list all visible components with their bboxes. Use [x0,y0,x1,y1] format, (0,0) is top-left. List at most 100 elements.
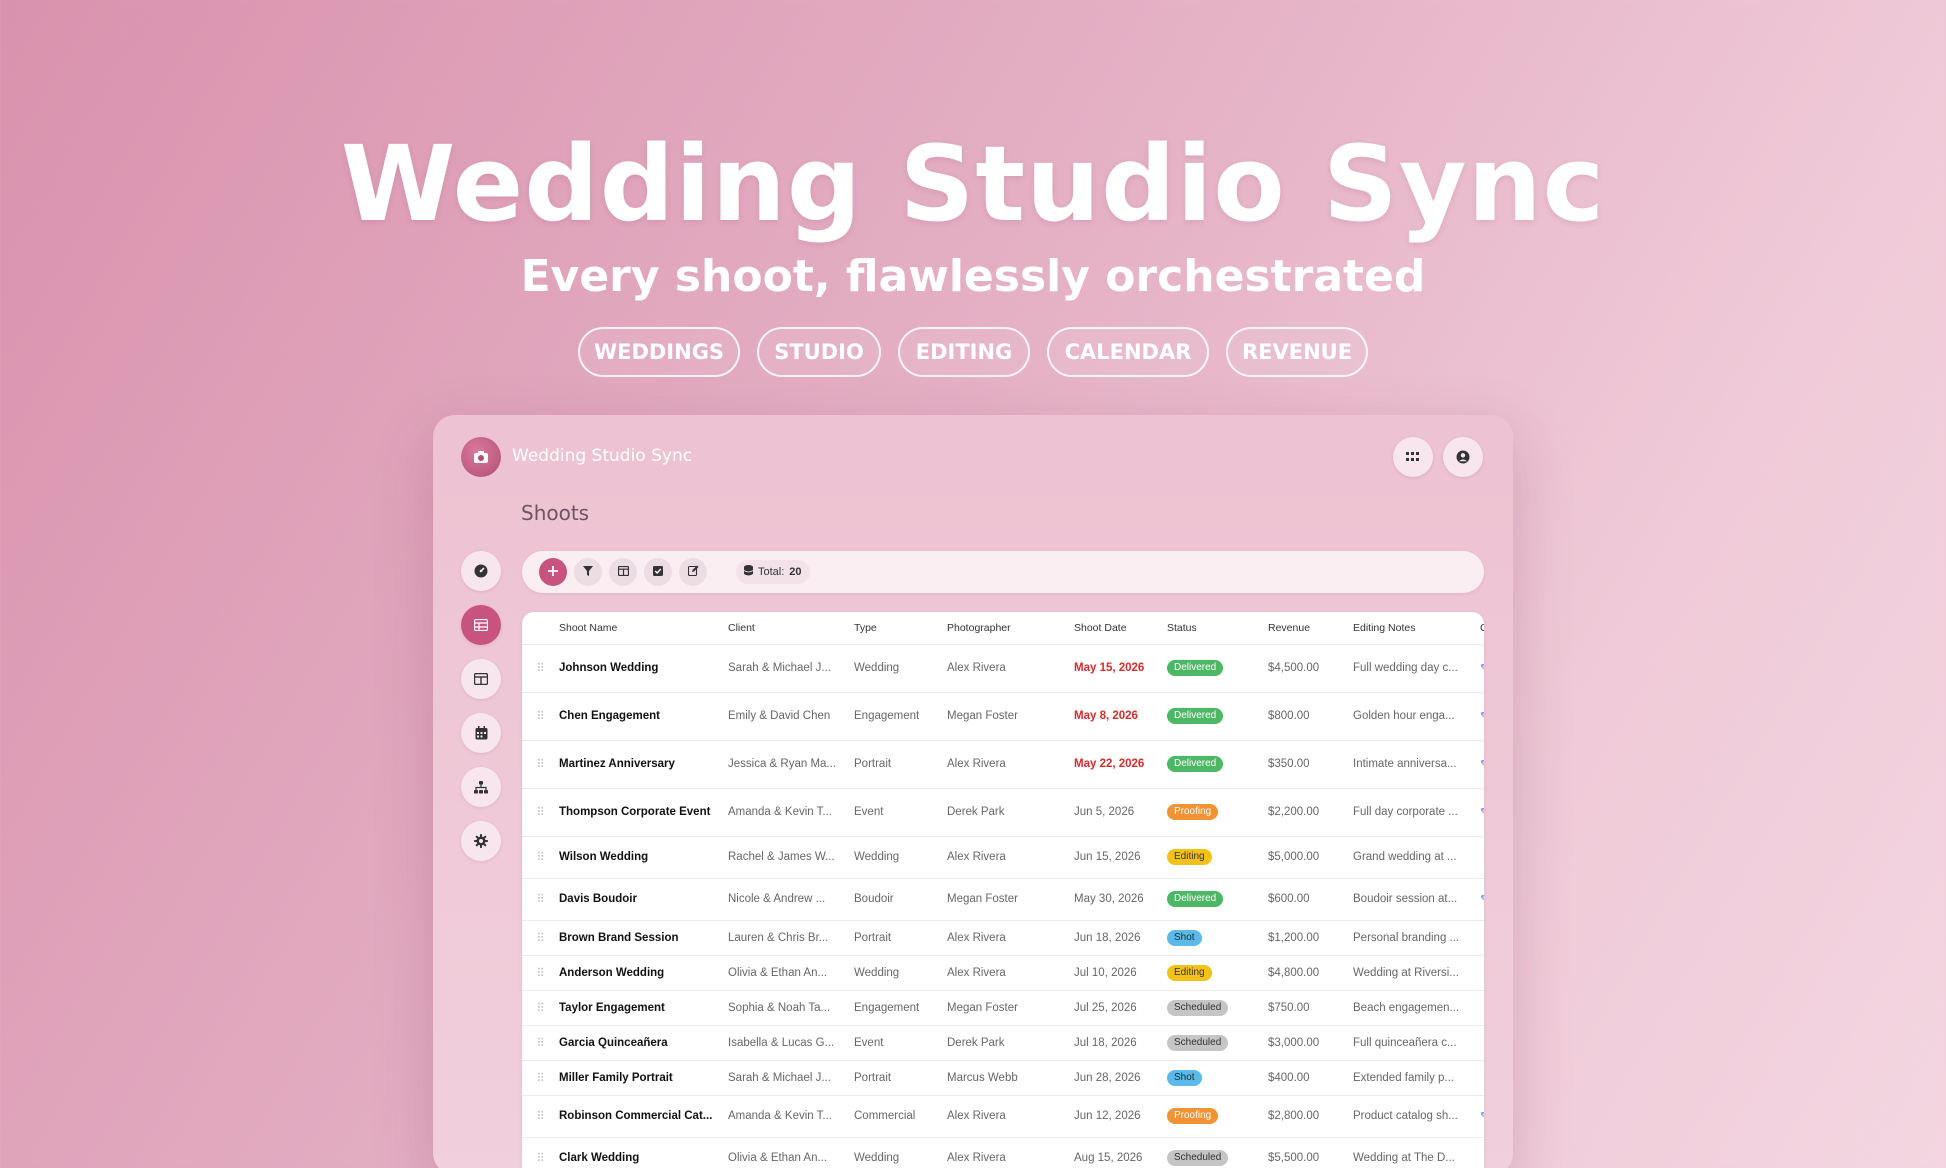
status-badge[interactable]: Proofing [1167,804,1219,820]
table-row[interactable]: ⠿ Taylor Engagement Sophia & Noah Ta... Eng… [522,989,1484,1025]
cell-photographer: Alex Rivera [947,1136,1074,1168]
drag-handle-icon[interactable]: ⠿ [522,835,559,878]
cell-shoot-name[interactable]: Garcia Quinceañera [559,1024,728,1060]
column-header-client[interactable]: Client [728,612,854,644]
column-header-shoot-date[interactable]: Shoot Date [1074,612,1167,644]
status-badge[interactable]: Shot [1167,1069,1202,1086]
table-row[interactable]: ⠿ Clark Wedding Olivia & Ethan An... Weddin… [522,1136,1484,1168]
cell-shoot-name[interactable]: Taylor Engagement [559,989,728,1025]
status-badge[interactable]: Scheduled [1167,1150,1229,1167]
drag-handle-icon[interactable]: ⠿ [522,691,559,740]
cell-client: Rachel & James W... [728,835,854,878]
drag-handle-icon[interactable]: ⠿ [522,739,559,788]
status-badge[interactable]: Editing [1167,849,1212,865]
pill-revenue: REVENUE [1226,327,1368,377]
page-title: Shoots [521,501,590,525]
app-title: Wedding Studio Sync [512,446,693,466]
table-row[interactable]: ⠿ Anderson Wedding Olivia & Ethan An... Wed… [522,954,1484,990]
cell-shoot-date: Jul 10, 2026 [1074,954,1167,990]
hierarchy-icon[interactable] [461,767,501,807]
note-edit-icon[interactable]: ✎ [1480,807,1484,818]
table-icon[interactable] [461,605,501,645]
edit-button[interactable] [679,558,707,586]
settings-icon[interactable] [461,821,501,861]
cell-client: Amanda & Kevin T... [728,787,854,836]
table-row[interactable]: ⠿ Miller Family Portrait Sarah & Michael J… [522,1059,1484,1095]
status-badge[interactable]: Proofing [1167,1108,1219,1124]
cell-editing-notes: Wedding at Riversi... [1353,954,1480,990]
hero-subtitle: Every shoot, flawlessly orchestrated [520,251,1426,302]
status-badge[interactable]: Delivered [1167,708,1224,724]
cell-type: Engagement [854,989,947,1025]
table-row[interactable]: ⠿ Garcia Quinceañera Isabella & Lucas G...… [522,1024,1484,1060]
cell-revenue: $5,000.00 [1268,835,1353,878]
cell-shoot-name[interactable]: Brown Brand Session [559,919,728,955]
table-row[interactable]: ⠿ Chen Engagement Emily & David Chen Engage… [522,691,1484,740]
note-edit-icon[interactable]: ✎ [1480,663,1484,674]
table-row[interactable]: ⠿ Robinson Commercial Cat... Amanda & Kevi… [522,1094,1484,1137]
column-header-editing-notes[interactable]: Editing Notes [1353,612,1480,644]
table-row[interactable]: ⠿ Martinez Anniversary Jessica & Ryan Ma..… [522,739,1484,788]
status-badge[interactable]: Delivered [1167,660,1224,676]
column-header-shoot-name[interactable]: Shoot Name [559,612,728,644]
cell-editing-notes: Full quinceañera c... [1353,1024,1480,1060]
cell-type: Portrait [854,739,947,788]
drag-handle-icon[interactable]: ⠿ [522,1024,559,1060]
table-row[interactable]: ⠿ Brown Brand Session Lauren & Chris Br...… [522,919,1484,955]
column-header-photographer[interactable]: Photographer [947,612,1074,644]
status-badge[interactable]: Shot [1167,929,1202,946]
column-header-type[interactable]: Type [854,612,947,644]
drag-handle-icon[interactable]: ⠿ [522,877,559,920]
user-circle-icon[interactable] [1443,437,1483,477]
column-header-g[interactable]: G [1480,612,1484,644]
cell-photographer: Derek Park [947,787,1074,836]
table-row[interactable]: ⠿ Wilson Wedding Rachel & James W... Weddin… [522,835,1484,878]
status-badge[interactable]: Scheduled [1167,999,1229,1016]
table-row[interactable]: ⠿ Johnson Wedding Sarah & Michael J... Wedd… [522,643,1484,692]
calendar-icon[interactable] [461,713,501,753]
drag-handle-icon[interactable]: ⠿ [522,1136,559,1168]
drag-handle-icon[interactable]: ⠿ [522,643,559,692]
filter-button[interactable] [574,558,602,586]
table-row[interactable]: ⠿ Thompson Corporate Event Amanda & Kevin … [522,787,1484,836]
cell-shoot-name[interactable]: Chen Engagement [559,691,728,740]
drag-handle-icon[interactable]: ⠿ [522,1094,559,1137]
cell-extra [1480,919,1484,955]
column-header-status[interactable]: Status [1167,612,1268,644]
drag-handle-icon[interactable]: ⠿ [522,919,559,955]
cell-photographer: Alex Rivera [947,643,1074,692]
cell-shoot-name[interactable]: Miller Family Portrait [559,1059,728,1095]
cell-shoot-name[interactable]: Johnson Wedding [559,643,728,692]
drag-handle-icon[interactable]: ⠿ [522,1059,559,1095]
cell-type: Portrait [854,1059,947,1095]
cell-status: Proofing [1167,787,1268,836]
board-icon[interactable] [461,659,501,699]
drag-handle-icon[interactable]: ⠿ [522,787,559,836]
cell-shoot-name[interactable]: Anderson Wedding [559,954,728,990]
note-edit-icon[interactable]: ✎ [1480,759,1484,770]
grid-icon[interactable] [1393,437,1433,477]
dashboard-icon[interactable] [461,551,501,591]
note-edit-icon[interactable]: ✎ [1480,894,1484,905]
status-badge[interactable]: Editing [1167,964,1212,981]
note-edit-icon[interactable]: ✎ [1480,711,1484,722]
drag-handle-icon[interactable]: ⠿ [522,989,559,1025]
status-badge[interactable]: Delivered [1167,891,1224,907]
cell-photographer: Alex Rivera [947,919,1074,955]
cell-shoot-name[interactable]: Wilson Wedding [559,835,728,878]
cell-shoot-name[interactable]: Robinson Commercial Cat... [559,1094,728,1137]
column-header-revenue[interactable]: Revenue [1268,612,1353,644]
status-badge[interactable]: Scheduled [1167,1034,1229,1051]
cell-shoot-name[interactable]: Clark Wedding [559,1136,728,1168]
columns-button[interactable] [609,558,637,586]
cell-shoot-name[interactable]: Thompson Corporate Event [559,787,728,836]
table-row[interactable]: ⠿ Davis Boudoir Nicole & Andrew ... Boudoir… [522,877,1484,920]
camera-icon[interactable] [461,437,501,477]
add-shoot-button[interactable] [539,558,567,586]
drag-handle-icon[interactable]: ⠿ [522,954,559,990]
cell-shoot-name[interactable]: Martinez Anniversary [559,739,728,788]
cell-shoot-name[interactable]: Davis Boudoir [559,877,728,920]
status-badge[interactable]: Delivered [1167,756,1224,772]
select-button[interactable] [644,558,672,586]
note-edit-icon[interactable]: ✎ [1480,1111,1484,1122]
